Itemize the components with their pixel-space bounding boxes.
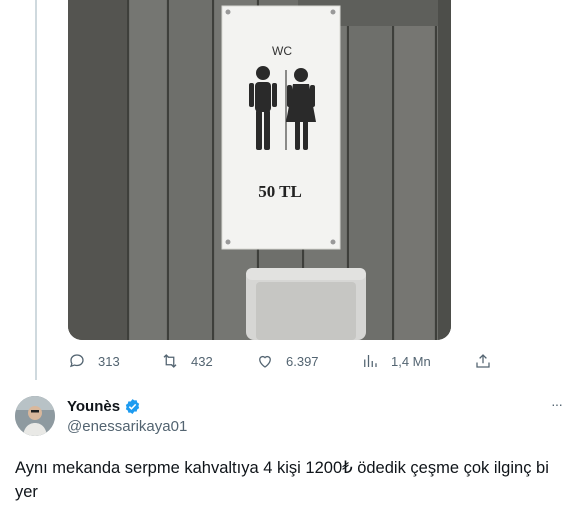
retweet-icon xyxy=(163,354,177,368)
more-options-button[interactable]: ··· xyxy=(551,396,563,412)
tweet-action-bar: 313 432 6.397 1,4 Mn xyxy=(68,352,498,376)
retweet-button[interactable]: 432 xyxy=(161,352,213,370)
retweet-count: 432 xyxy=(191,353,213,369)
reply-text: Aynı mekanda serpme kahvaltıya 4 kişi 12… xyxy=(15,459,549,501)
wooden-wall-photo: WC 50 TL xyxy=(68,0,451,340)
verified-badge-icon xyxy=(125,399,140,414)
user-handle[interactable]: @enessarikaya01 xyxy=(67,418,187,435)
bar-chart-icon xyxy=(364,355,377,367)
reply-count: 313 xyxy=(98,353,120,369)
comment-icon xyxy=(69,354,84,368)
share-button[interactable] xyxy=(474,352,492,370)
sign-title: WC xyxy=(272,44,292,58)
views-count: 1,4 Mn xyxy=(391,353,431,369)
share-icon xyxy=(476,354,490,368)
author-name-row[interactable]: Younès xyxy=(67,398,141,415)
avatar[interactable] xyxy=(15,396,55,436)
like-button[interactable]: 6.397 xyxy=(256,352,319,370)
display-name[interactable]: Younès xyxy=(67,398,120,415)
heart-icon xyxy=(259,355,271,368)
sign-price: 50 TL xyxy=(258,182,302,201)
tweet-photo[interactable]: WC 50 TL xyxy=(68,0,451,340)
like-count: 6.397 xyxy=(286,353,319,369)
views-button[interactable]: 1,4 Mn xyxy=(361,352,431,370)
reply-button[interactable]: 313 xyxy=(68,352,120,370)
profile-photo xyxy=(15,396,55,436)
thread-connector-line xyxy=(35,0,37,380)
